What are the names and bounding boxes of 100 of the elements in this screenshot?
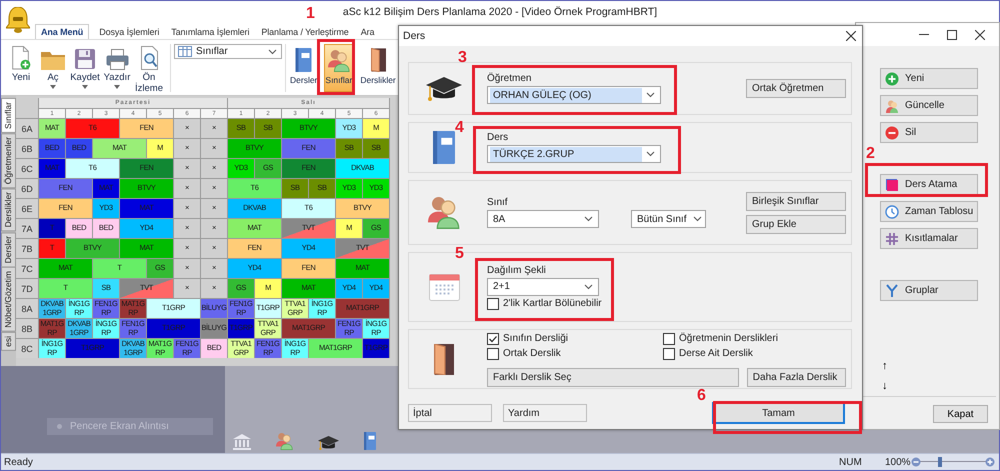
book-icon <box>433 131 455 164</box>
distribution-select[interactable]: 2+1 <box>487 278 599 296</box>
dialog-button[interactable]: Birleşik Sınıflar <box>746 192 846 210</box>
teacher-select[interactable]: ORHAN GÜLEÇ (OG) <box>487 86 661 104</box>
dialog-button[interactable]: Daha Fazla Derslik <box>746 368 846 387</box>
folder-icon <box>41 52 65 70</box>
side-button[interactable]: Ders Atama <box>880 174 978 195</box>
toolbar-button[interactable]: Dersler <box>289 44 318 92</box>
checkbox-label: Derse Ait Derslik <box>679 348 753 359</box>
class-label: 8A <box>16 299 38 318</box>
side-button[interactable]: Güncelle <box>880 95 978 116</box>
window-title: aSc k12 Bilişim Ders Planlama 2020 - [Video Örnek ProgramHBRT] <box>342 6 658 18</box>
chevron-down-icon <box>584 216 593 222</box>
new-document-icon <box>12 46 30 70</box>
calendar-icon <box>428 274 460 300</box>
side-button[interactable]: Zaman Tablosu <box>880 201 978 222</box>
class-label: 6C <box>16 159 38 178</box>
dialog-button[interactable]: Yardım <box>503 404 587 422</box>
toolbar-button[interactable]: Kaydet <box>71 44 99 89</box>
close-icon[interactable] <box>975 30 985 40</box>
table-icon <box>178 46 192 57</box>
field-label: Öğretmen <box>487 73 532 84</box>
checkbox-label: Ortak Derslik <box>503 348 561 359</box>
chevron-down-icon <box>646 151 655 157</box>
bullet-icon <box>57 424 62 429</box>
zoom-slider[interactable] <box>911 457 995 467</box>
plus-icon <box>885 72 899 86</box>
people-icon <box>428 196 460 228</box>
dialog-button[interactable]: Grup Ekle <box>746 214 846 234</box>
class-label: 6E <box>16 199 38 218</box>
class-label: 6A <box>16 119 38 138</box>
checkbox-label: Sınıfın Dersliği <box>503 333 568 344</box>
toolbar-button[interactable]: Aç <box>39 44 67 89</box>
people-icon <box>276 433 293 450</box>
chevron-down-icon <box>693 216 702 222</box>
zoom-in-icon[interactable] <box>985 457 995 467</box>
field-label: Sınıf <box>487 197 509 208</box>
highlight-frame <box>317 39 355 95</box>
step-number: 6 <box>697 388 706 404</box>
arrow-button[interactable]: ↓ <box>882 376 892 396</box>
class-label: 8C <box>16 339 38 358</box>
magnifier-page-icon <box>140 46 158 70</box>
book-icon <box>295 48 312 72</box>
checkbox[interactable] <box>663 348 675 360</box>
class-select[interactable]: 8A <box>487 210 599 228</box>
ribbon-tab[interactable]: Ana Menü <box>35 24 90 39</box>
side-button[interactable]: Sil <box>880 122 978 143</box>
view-select[interactable]: Sınıflar <box>174 44 282 59</box>
clock-icon <box>885 204 899 218</box>
side-tab[interactable]: Nöbet/Gözetim <box>1 267 16 332</box>
side-tab[interactable]: Derslikler <box>1 188 16 232</box>
side-tab[interactable]: esi <box>1 332 16 351</box>
status-indicator: NUM <box>839 456 863 468</box>
side-tab[interactable]: Dersler <box>1 232 16 268</box>
shared-teacher-button[interactable]: Ortak Öğretmen <box>746 79 846 98</box>
mortarboard-icon <box>318 436 339 450</box>
slider-thumb[interactable] <box>938 457 942 467</box>
people-icon <box>328 50 350 72</box>
field-label: Dağılım Şekli <box>487 264 547 276</box>
arrow-button[interactable]: ↑ <box>882 356 892 376</box>
side-tab[interactable]: Öğretmenler <box>1 132 16 188</box>
group-select[interactable]: Bütün Sınıf <box>631 210 706 228</box>
dialog-button[interactable]: Farklı Derslik Seç <box>487 368 739 387</box>
ribbon-tab[interactable]: Planlama / Yerleştirme <box>255 24 355 39</box>
checkbox[interactable] <box>487 298 499 310</box>
subject-select[interactable]: TÜRKÇE 2.GRUP <box>487 145 661 163</box>
dialog-title: Ders <box>403 30 426 42</box>
toolbar-button[interactable]: Ön İzleme <box>135 44 163 94</box>
side-button[interactable]: Kısıtlamalar <box>880 228 978 249</box>
ribbon-tab[interactable]: Tanımlama İşlemleri <box>165 24 256 39</box>
class-label: 7C <box>16 259 38 278</box>
class-label: 8B <box>16 319 38 338</box>
toolbar-button[interactable]: Derslikler <box>359 44 397 92</box>
minus-icon <box>885 126 899 140</box>
checkbox[interactable] <box>487 348 499 360</box>
side-button[interactable]: Gruplar <box>880 280 978 301</box>
side-tab[interactable]: Sınıflar <box>1 98 16 133</box>
checkbox[interactable] <box>663 332 675 344</box>
checkbox[interactable] <box>487 332 499 344</box>
side-button[interactable]: Yeni <box>880 68 978 89</box>
step-number: 5 <box>455 246 464 262</box>
printer-icon <box>106 49 128 70</box>
dialog-button[interactable]: İptal <box>408 404 492 422</box>
step-number: 2 <box>866 146 875 162</box>
close-icon[interactable] <box>846 31 856 41</box>
toolbar-button[interactable]: Sınıflar <box>324 44 354 92</box>
class-label: 7D <box>16 279 38 298</box>
building-icon <box>233 434 251 450</box>
status-text: Ready <box>4 456 33 468</box>
step-number: 4 <box>455 120 464 136</box>
ribbon-tab[interactable]: Ara <box>354 24 380 39</box>
chevron-down-icon <box>268 48 277 54</box>
close-button[interactable]: Kapat <box>933 405 988 423</box>
zoom-out-icon[interactable] <box>911 457 921 467</box>
toolbar-button[interactable]: Yeni <box>7 44 35 83</box>
ribbon-tab[interactable]: Dosya İşlemleri <box>93 24 166 39</box>
toolbar-button[interactable]: Yazdır <box>103 44 131 89</box>
chevron-down-icon <box>646 92 655 98</box>
maximize-icon[interactable] <box>947 30 957 40</box>
door-icon <box>434 344 454 374</box>
